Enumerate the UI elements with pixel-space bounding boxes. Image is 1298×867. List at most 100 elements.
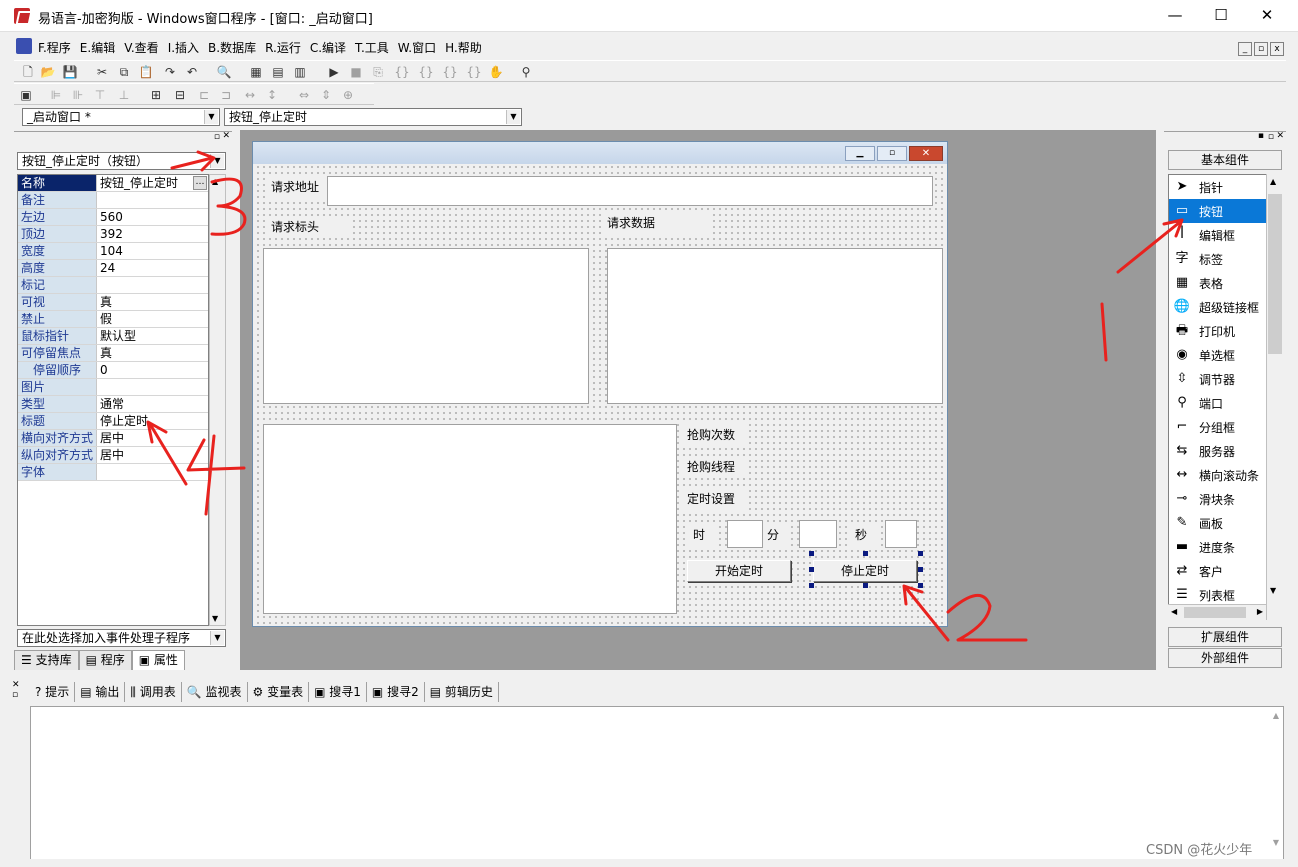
align-bottom-icon[interactable]: ⊥ bbox=[116, 87, 132, 103]
property-row[interactable]: 名称 按钮_停止定时… bbox=[18, 175, 208, 192]
bottom-tab[interactable]: 🔍 监视表 bbox=[182, 682, 248, 702]
resize-handle[interactable] bbox=[918, 551, 923, 556]
bottom-tab[interactable]: ⫼ 调用表 bbox=[125, 682, 182, 702]
step5-icon[interactable]: {} bbox=[466, 64, 482, 80]
property-value[interactable]: 居中 bbox=[96, 430, 208, 446]
close-button[interactable]: ✕ bbox=[1244, 0, 1290, 32]
minimize-button[interactable]: — bbox=[1152, 0, 1198, 32]
mdi-close-button[interactable]: x bbox=[1270, 42, 1284, 56]
step3-icon[interactable]: {} bbox=[418, 64, 434, 80]
form-designer-window[interactable]: ▁ ▫ ✕ 请求地址 请求标头 请求数据 抢购次数 抢购线程 定时设置 时 分 … bbox=[252, 141, 948, 627]
step4-icon[interactable]: {} bbox=[442, 64, 458, 80]
property-row[interactable]: 停留顺序 0 bbox=[18, 362, 208, 379]
component-item[interactable]: ✎ 画板 bbox=[1169, 511, 1281, 535]
space-v-icon[interactable]: ↕ bbox=[264, 87, 280, 103]
property-value[interactable]: 默认型 bbox=[96, 328, 208, 344]
stop-icon[interactable]: ■ bbox=[348, 64, 364, 80]
open-folder-icon[interactable]: 📂 bbox=[40, 64, 56, 80]
menu-edit[interactable]: E.编辑 bbox=[80, 37, 115, 59]
property-value[interactable] bbox=[96, 277, 208, 293]
menu-window[interactable]: W.窗口 bbox=[398, 37, 436, 59]
data-textarea[interactable] bbox=[607, 248, 943, 404]
copy-icon[interactable]: ⧉ bbox=[116, 64, 132, 80]
component-item[interactable]: ➤ 指针 bbox=[1169, 175, 1281, 199]
space-h-icon[interactable]: ↔ bbox=[242, 87, 258, 103]
property-row[interactable]: 图片 bbox=[18, 379, 208, 396]
tab-support-lib[interactable]: ☰ 支持库 bbox=[14, 650, 79, 670]
layout3-icon[interactable]: ▥ bbox=[292, 64, 308, 80]
component-item[interactable]: ⇄ 客户 bbox=[1169, 559, 1281, 583]
component-item[interactable]: ▬ 进度条 bbox=[1169, 535, 1281, 559]
component-item[interactable]: ↔ 横向滚动条 bbox=[1169, 463, 1281, 487]
center-h-icon[interactable]: ⊞ bbox=[148, 87, 164, 103]
component-item[interactable]: 🌐 超级链接框 bbox=[1169, 295, 1281, 319]
align-right-icon[interactable]: ⊪ bbox=[70, 87, 86, 103]
property-value[interactable] bbox=[96, 192, 208, 208]
center-v-icon[interactable]: ⊟ bbox=[172, 87, 188, 103]
second-input[interactable] bbox=[885, 520, 917, 548]
panel-restore-icon[interactable]: ▫ bbox=[12, 690, 18, 700]
minute-input[interactable] bbox=[799, 520, 837, 548]
panel-close-icon[interactable]: ✕ bbox=[1276, 131, 1284, 141]
property-value[interactable]: 真 bbox=[96, 345, 208, 361]
property-value[interactable]: 24 bbox=[96, 260, 208, 276]
new-file-icon[interactable]: 🗋 bbox=[20, 64, 36, 80]
property-value[interactable]: 按钮_停止定时… bbox=[96, 175, 208, 191]
component-item[interactable]: 🖶 打印机 bbox=[1169, 319, 1281, 343]
property-row[interactable]: 顶边 392 bbox=[18, 226, 208, 243]
panel-close-icon[interactable]: ✕ bbox=[222, 131, 230, 141]
property-row[interactable]: 横向对齐方式 居中 bbox=[18, 430, 208, 447]
basic-components-button[interactable]: 基本组件 bbox=[1168, 150, 1282, 170]
property-row[interactable]: 禁止假 bbox=[18, 311, 208, 328]
event-select[interactable]: 在此处选择加入事件处理子程序 ▼ bbox=[17, 629, 226, 647]
component-item[interactable]: ⇆ 服务器 bbox=[1169, 439, 1281, 463]
scroll-up-icon[interactable]: ▲ bbox=[212, 177, 218, 186]
bottom-tab[interactable]: ▣ 搜寻2 bbox=[367, 682, 425, 702]
property-value[interactable]: 假 bbox=[96, 311, 208, 327]
property-row[interactable]: 高度 24 bbox=[18, 260, 208, 277]
scroll-left-icon[interactable]: ◀ bbox=[1171, 607, 1177, 616]
component-item[interactable]: ▦ 表格 bbox=[1169, 271, 1281, 295]
menu-compile[interactable]: C.编译 bbox=[310, 37, 346, 59]
form-maximize-button[interactable]: ▫ bbox=[877, 146, 907, 161]
resize-handle[interactable] bbox=[809, 583, 814, 588]
property-row[interactable]: 鼠标指针 默认型 bbox=[18, 328, 208, 345]
mdi-minimize-button[interactable]: _ bbox=[1238, 42, 1252, 56]
property-value[interactable]: 居中 bbox=[96, 447, 208, 463]
menu-view[interactable]: V.查看 bbox=[124, 37, 158, 59]
component-item[interactable]: ◉ 单选框 bbox=[1169, 343, 1281, 367]
log-textarea[interactable] bbox=[263, 424, 677, 614]
scroll-right-icon[interactable]: ▶ bbox=[1257, 607, 1263, 616]
tab-program[interactable]: ▤ 程序 bbox=[78, 650, 132, 670]
save-icon[interactable]: 💾 bbox=[62, 64, 78, 80]
panel-restore-icon[interactable]: ▫ bbox=[214, 132, 220, 142]
resize-handle[interactable] bbox=[918, 567, 923, 572]
property-row[interactable]: 标题 停止定时 bbox=[18, 413, 208, 430]
scroll-down-icon[interactable]: ▼ bbox=[1273, 838, 1279, 847]
size-both-icon[interactable]: ⊕ bbox=[340, 87, 356, 103]
ellipsis-button[interactable]: … bbox=[193, 176, 207, 190]
component-item[interactable]: ⚲ 端口 bbox=[1169, 391, 1281, 415]
maximize-button[interactable]: ☐ bbox=[1198, 0, 1244, 32]
size-v-icon[interactable]: ⇕ bbox=[318, 87, 334, 103]
hscroll-thumb[interactable] bbox=[1184, 607, 1246, 618]
resize-handle[interactable] bbox=[863, 551, 868, 556]
paste-icon[interactable]: 📋 bbox=[138, 64, 154, 80]
property-row[interactable]: 字体 bbox=[18, 464, 208, 481]
start-timer-button[interactable]: 开始定时 bbox=[687, 560, 791, 582]
menu-insert[interactable]: I.插入 bbox=[168, 37, 199, 59]
component-hscrollbar[interactable]: ◀ ▶ bbox=[1168, 604, 1266, 620]
output-area[interactable]: ▲ ▼ bbox=[30, 706, 1284, 862]
menu-run[interactable]: R.运行 bbox=[265, 37, 301, 59]
property-row[interactable]: 可停留焦点真 bbox=[18, 345, 208, 362]
property-value[interactable] bbox=[96, 379, 208, 395]
cut-icon[interactable]: ✂ bbox=[94, 64, 110, 80]
same-width-icon[interactable]: ⊏ bbox=[196, 87, 212, 103]
step1-icon[interactable]: ⎘ bbox=[370, 64, 386, 80]
bottom-tab[interactable]: ▤ 输出 bbox=[75, 682, 126, 702]
tab-properties[interactable]: ▣ 属性 bbox=[131, 650, 185, 670]
scroll-up-icon[interactable]: ▲ bbox=[1273, 711, 1279, 720]
window-select[interactable]: _启动窗口 * ▼ bbox=[22, 108, 220, 126]
hour-input[interactable] bbox=[727, 520, 763, 548]
property-row[interactable]: 可视真 bbox=[18, 294, 208, 311]
